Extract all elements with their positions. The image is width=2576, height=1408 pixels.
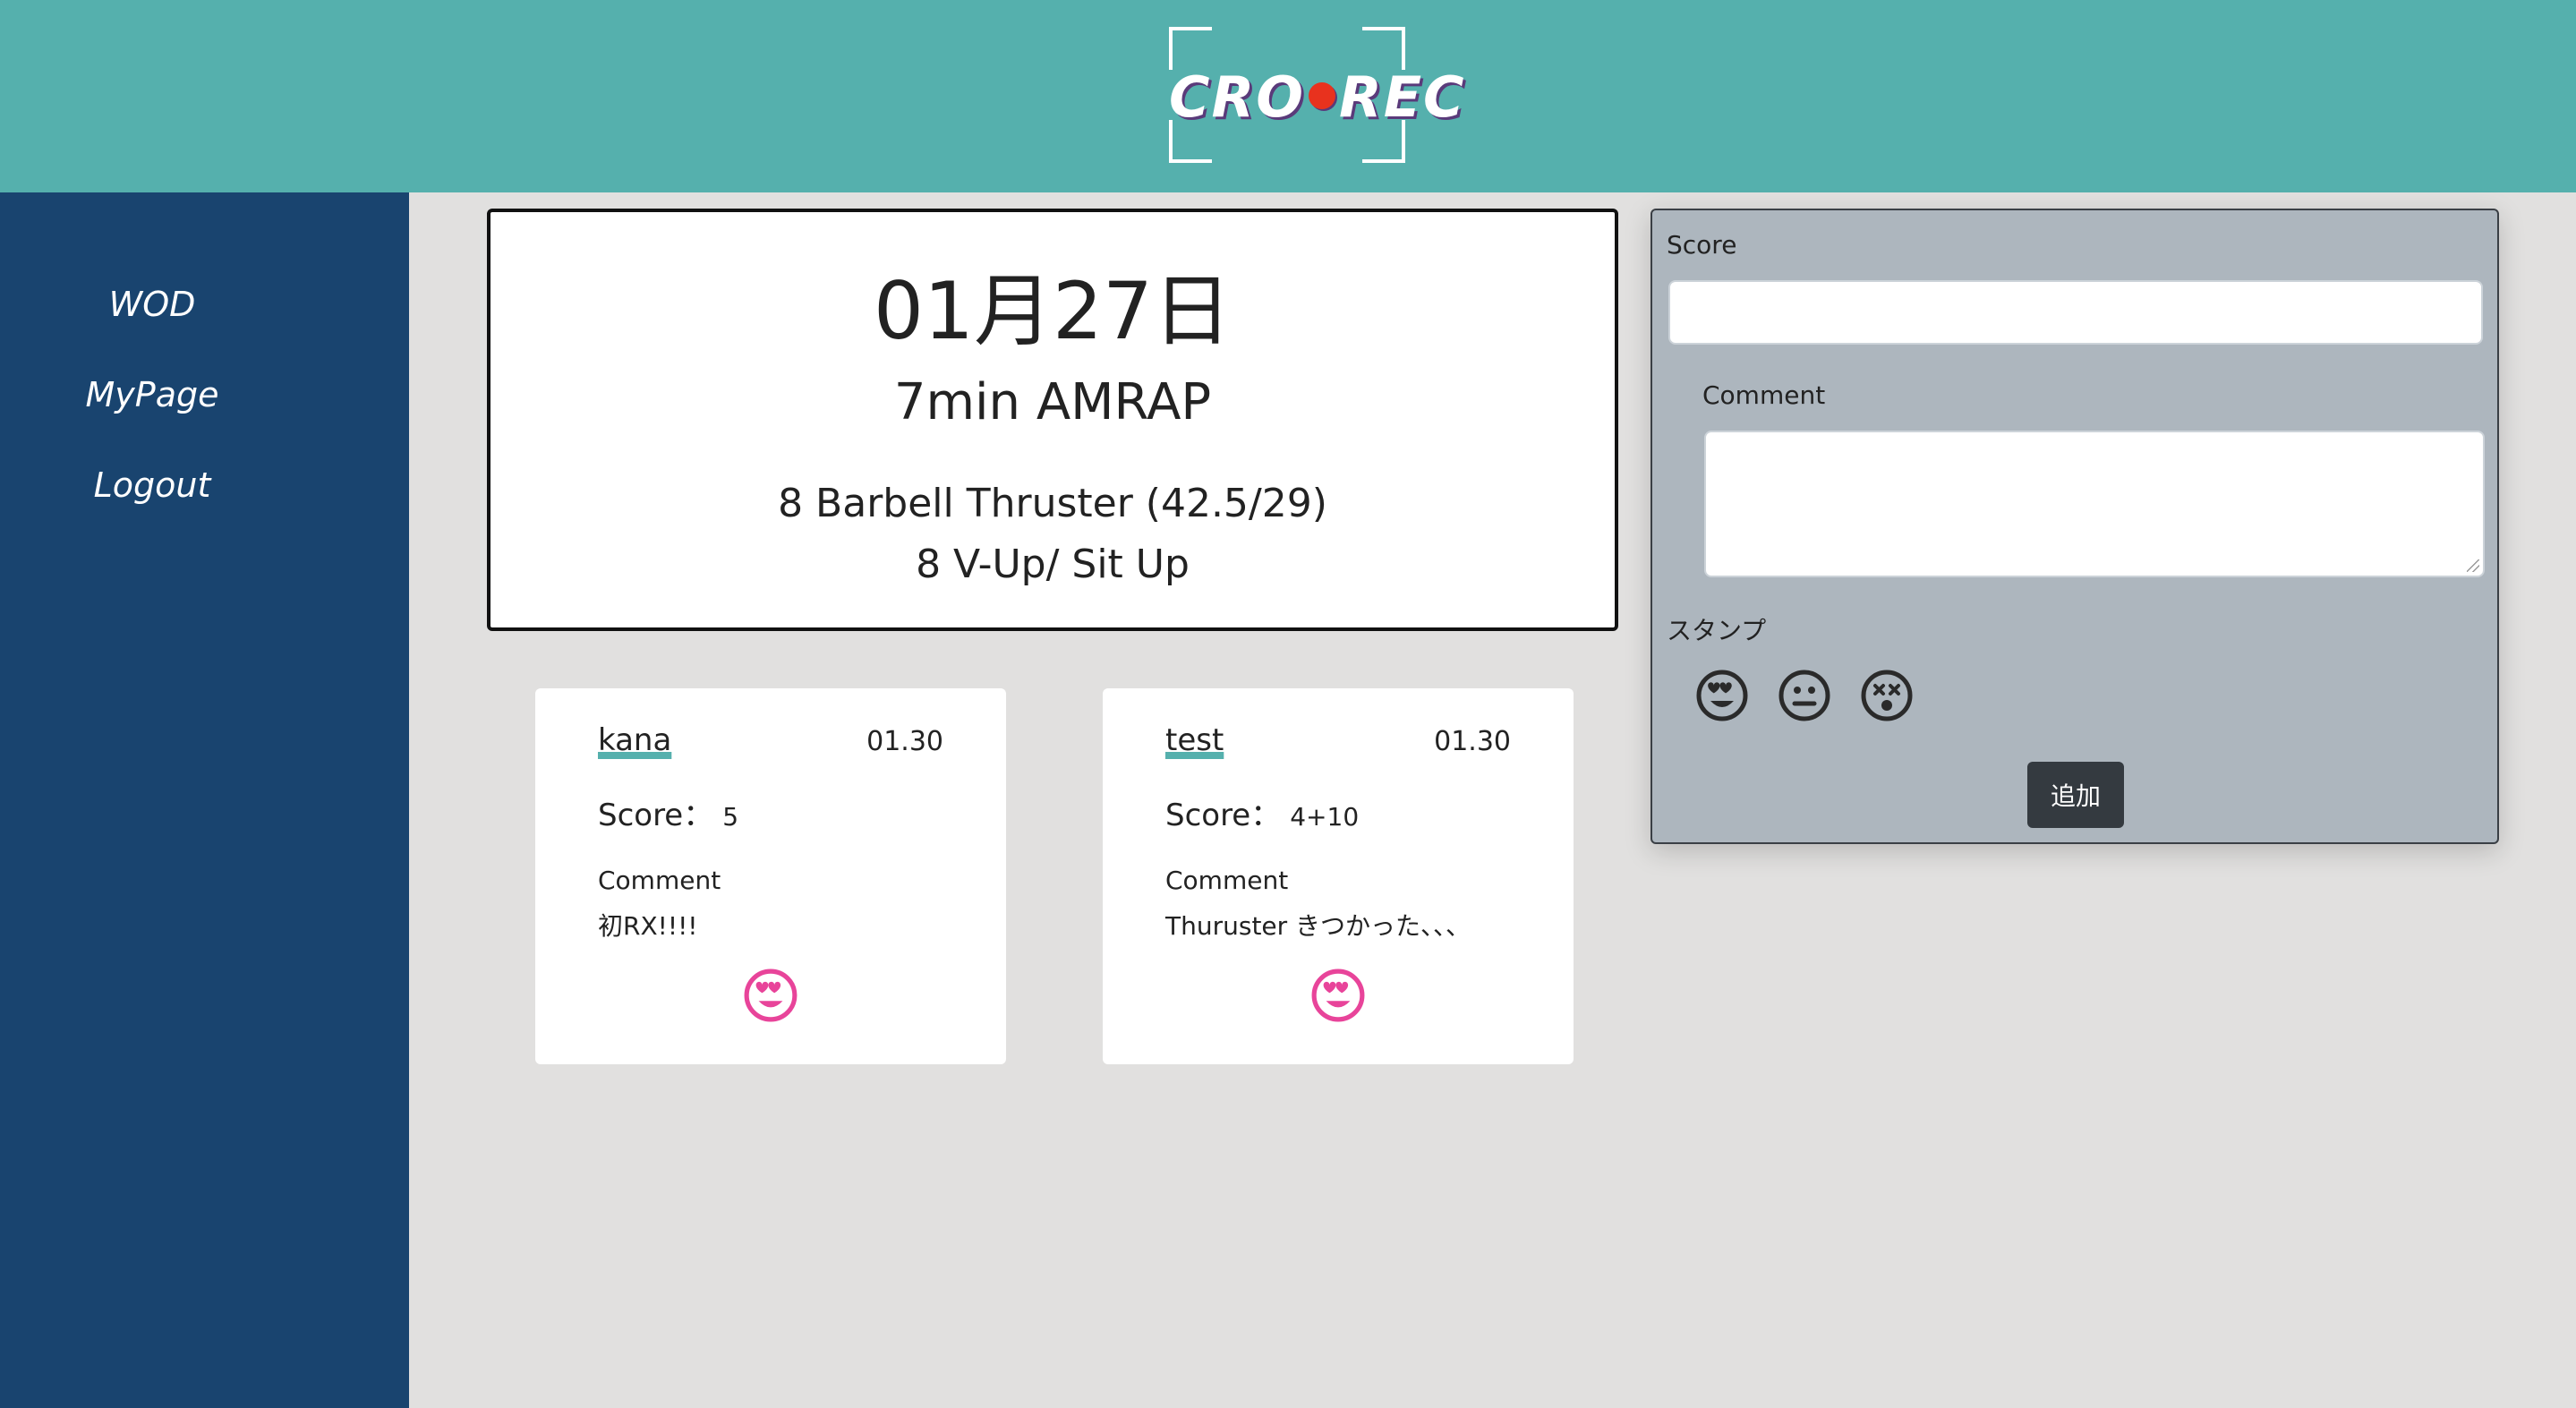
score-label: Score — [1667, 230, 1737, 260]
post-username[interactable]: test — [1165, 722, 1224, 758]
post-comment-label: Comment — [1165, 866, 1289, 895]
post-score: Score： 4+10 — [1165, 790, 1359, 834]
sidebar-item-logout[interactable]: Logout — [0, 465, 304, 505]
comment-textarea[interactable] — [1704, 431, 2485, 577]
wod-card: 01月27日 7min AMRAP 8 Barbell Thruster (42… — [487, 209, 1618, 631]
post-card: kana 01.30 Score： 5 Comment 初RX!!!! — [535, 688, 1006, 1064]
post-comment: Thuruster きつかった、、、 — [1165, 911, 1471, 941]
post-score-value: 5 — [722, 802, 739, 832]
post-score-label: Score： — [1165, 798, 1282, 833]
post-card: test 01.30 Score： 4+10 Comment Thuruster … — [1103, 688, 1574, 1064]
post-date: 01.30 — [1434, 726, 1511, 757]
add-button[interactable]: 追加 — [2027, 762, 2124, 828]
score-input[interactable] — [1668, 280, 2483, 345]
logo-corner-top-right — [1362, 27, 1405, 70]
wod-movement: 8 Barbell Thruster (42.5/29) — [778, 481, 1327, 526]
logo-text-left: CRO — [1169, 64, 1305, 130]
logo-corner-top-left — [1169, 27, 1212, 70]
post-score-label: Score： — [598, 798, 714, 833]
post-score: Score： 5 — [598, 790, 738, 834]
dizzy-face-icon[interactable] — [1860, 669, 1914, 722]
post-date: 01.30 — [866, 726, 943, 757]
comment-label: Comment — [1702, 380, 1826, 410]
wod-date: 01月27日 — [874, 265, 1232, 357]
app-header: CRO REC — [0, 0, 2576, 192]
post-comment-label: Comment — [598, 866, 721, 895]
sidebar-item-mypage[interactable]: MyPage — [0, 375, 304, 414]
wod-title: 7min AMRAP — [893, 373, 1212, 431]
record-dot-icon — [1308, 81, 1335, 109]
heart-eyes-face-icon — [1310, 968, 1366, 1023]
post-comment: 初RX!!!! — [598, 911, 698, 941]
heart-eyes-face-icon — [743, 968, 798, 1023]
heart-eyes-face-icon[interactable] — [1695, 669, 1749, 722]
score-form: Score Comment スタンプ 追加 — [1651, 209, 2499, 844]
sidebar-item-wod[interactable]: WOD — [0, 285, 304, 324]
wod-movement: 8 V-Up/ Sit Up — [916, 542, 1190, 587]
sidebar: WOD MyPage Logout — [0, 192, 409, 1408]
post-score-value: 4+10 — [1290, 802, 1360, 832]
logo-wordmark: CRO REC — [1169, 64, 1464, 130]
resize-handle-icon[interactable] — [2467, 559, 2479, 572]
logo-text-right: REC — [1338, 64, 1466, 130]
neutral-face-icon[interactable] — [1778, 669, 1831, 722]
post-username[interactable]: kana — [598, 722, 671, 758]
stamp-label: スタンプ — [1667, 616, 1767, 645]
app-logo[interactable]: CRO REC — [1169, 27, 1464, 163]
